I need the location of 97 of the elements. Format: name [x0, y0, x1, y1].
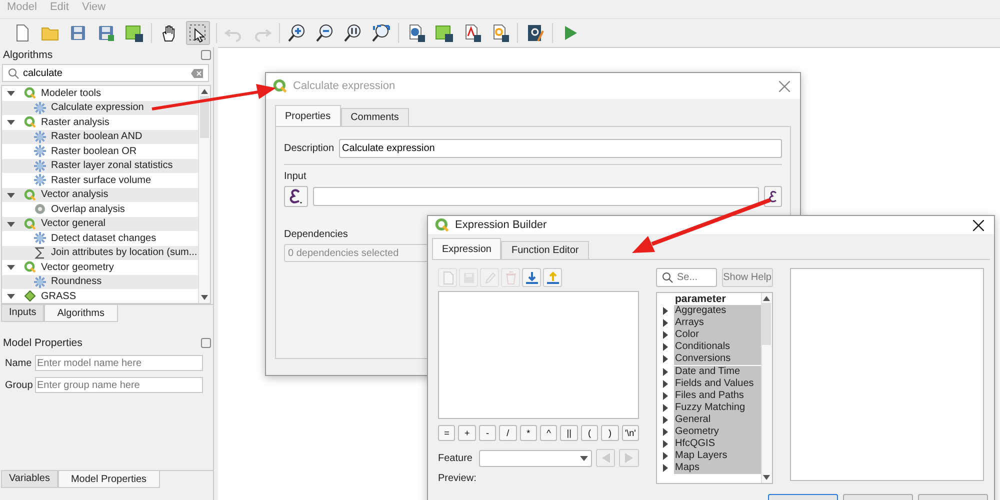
operator-button[interactable]: '\n'	[622, 425, 640, 441]
collapse-arrow-icon[interactable]	[7, 190, 15, 199]
collapse-arrow-icon[interactable]	[7, 118, 15, 126]
tab[interactable]: Function Editor	[501, 241, 589, 259]
tree-item[interactable]: Modeler tools	[41, 88, 102, 99]
expression-builder-button[interactable]	[764, 186, 782, 207]
operator-button[interactable]: ||	[560, 425, 578, 441]
dropdown-arrow-icon	[580, 456, 588, 460]
scroll-down-icon[interactable]	[763, 475, 770, 480]
tree-item[interactable]: Overlap analysis	[51, 204, 125, 215]
close-icon[interactable]	[973, 220, 984, 230]
operator-button[interactable]: -	[478, 425, 496, 441]
clear-icon[interactable]	[191, 69, 203, 78]
dialog-title: Expression Builder	[455, 219, 548, 231]
collapse-arrow-icon[interactable]	[7, 263, 15, 272]
tree-item[interactable]: Detect dataset changes	[51, 232, 156, 244]
tree-item[interactable]: Raster surface volume	[51, 174, 152, 186]
sum-icon	[34, 246, 46, 259]
function-group[interactable]: Conversions	[674, 353, 761, 366]
operator-button[interactable]: /	[499, 425, 517, 441]
tree-item[interactable]: Raster analysis	[41, 116, 110, 128]
collapse-arrow-icon[interactable]	[7, 89, 15, 98]
tab[interactable]: Comments	[340, 108, 409, 126]
preview-label: Preview:	[438, 473, 478, 484]
field-label: Name	[5, 358, 30, 368]
undock-icon[interactable]	[201, 50, 211, 60]
search-field[interactable]: calculate	[2, 64, 209, 82]
function-group[interactable]: Fields and Values	[674, 378, 761, 390]
qgis-logo-icon	[24, 87, 36, 100]
text-field[interactable]: Enter model name here	[35, 355, 203, 371]
panel-tab[interactable]: Inputs	[1, 305, 44, 322]
scrollbar[interactable]	[198, 86, 210, 303]
epsilon-icon	[768, 190, 778, 204]
scroll-up-icon[interactable]	[201, 89, 208, 94]
dialog-title: Calculate expression	[293, 80, 396, 92]
operator-button[interactable]: )	[601, 425, 619, 441]
scroll-up-icon[interactable]	[763, 296, 770, 301]
function-group[interactable]: Map Layers	[674, 450, 761, 462]
leaf-icon	[24, 290, 36, 302]
tree-item[interactable]: Raster boolean OR	[51, 146, 137, 157]
operator-button[interactable]: *	[520, 425, 538, 441]
function-group[interactable]: General	[674, 414, 761, 426]
zoom-full-icon[interactable]	[370, 22, 392, 44]
function-group[interactable]: Geometry	[674, 426, 761, 438]
panel-tab[interactable]: Model Properties	[58, 471, 160, 488]
text-field[interactable]: Enter group name here	[35, 377, 203, 393]
collapse-arrow-icon[interactable]	[7, 292, 15, 300]
list-header: parameter	[674, 293, 727, 305]
qgis-logo-icon	[24, 218, 36, 230]
function-group[interactable]: Color	[674, 329, 761, 342]
search-field[interactable]: Se...	[656, 268, 717, 287]
scroll-down-icon[interactable]	[201, 295, 208, 300]
operator-button[interactable]: ^	[540, 425, 558, 441]
function-group[interactable]: Files and Paths	[674, 390, 761, 402]
tab[interactable]: Properties	[275, 105, 341, 126]
qgis-logo-icon	[24, 116, 36, 128]
function-group[interactable]: HfcQGIS	[674, 438, 761, 450]
field-label: Input	[284, 171, 308, 182]
function-group[interactable]: Arrays	[674, 317, 761, 330]
scrollbar-thumb[interactable]	[762, 303, 772, 345]
field-label: Feature	[438, 452, 472, 464]
scrollbar[interactable]	[760, 293, 772, 483]
qgis-logo-icon	[273, 79, 287, 93]
select-icon[interactable]	[186, 21, 210, 45]
panel-tab[interactable]: Variables	[1, 471, 58, 488]
panel-title: Model Properties	[3, 337, 82, 349]
show-help-button[interactable]: Show Help	[722, 268, 773, 287]
qgis-logo-icon	[435, 218, 449, 232]
field-label: Description	[284, 143, 334, 154]
expression-dropdown-button[interactable]	[284, 186, 308, 207]
scrollbar-thumb[interactable]	[200, 96, 209, 138]
function-group[interactable]: Fuzzy Matching	[674, 402, 761, 414]
field-label: Group	[5, 380, 30, 390]
description-field[interactable]: Calculate expression	[339, 139, 782, 158]
operator-button[interactable]: +	[458, 425, 476, 441]
epsilon-icon	[288, 188, 304, 206]
function-group[interactable]: Conditionals	[674, 341, 761, 354]
expression-field[interactable]	[313, 187, 759, 206]
qgis-logo-icon	[24, 261, 36, 274]
undock-icon[interactable]	[201, 338, 211, 348]
function-group[interactable]: Maps	[674, 462, 761, 474]
import-icon[interactable]	[522, 268, 541, 287]
tab[interactable]: Expression	[432, 238, 502, 259]
operator-button[interactable]: (	[580, 425, 598, 441]
export-icon[interactable]	[543, 268, 562, 287]
tree-item[interactable]: Vector geometry	[41, 262, 114, 273]
panel-title: Algorithms	[3, 49, 53, 61]
function-group[interactable]: Aggregates	[674, 305, 761, 318]
field-label: Dependencies	[284, 229, 349, 240]
panel-tab[interactable]: Algorithms	[44, 305, 118, 322]
search-icon	[8, 68, 19, 79]
function-group[interactable]: Date and Time	[674, 366, 761, 378]
qgis-logo-icon	[24, 188, 36, 201]
operator-button[interactable]: =	[438, 425, 456, 441]
tree-item[interactable]: GRASS	[41, 290, 76, 302]
collapse-arrow-icon[interactable]	[7, 220, 15, 228]
search-icon	[662, 272, 673, 283]
